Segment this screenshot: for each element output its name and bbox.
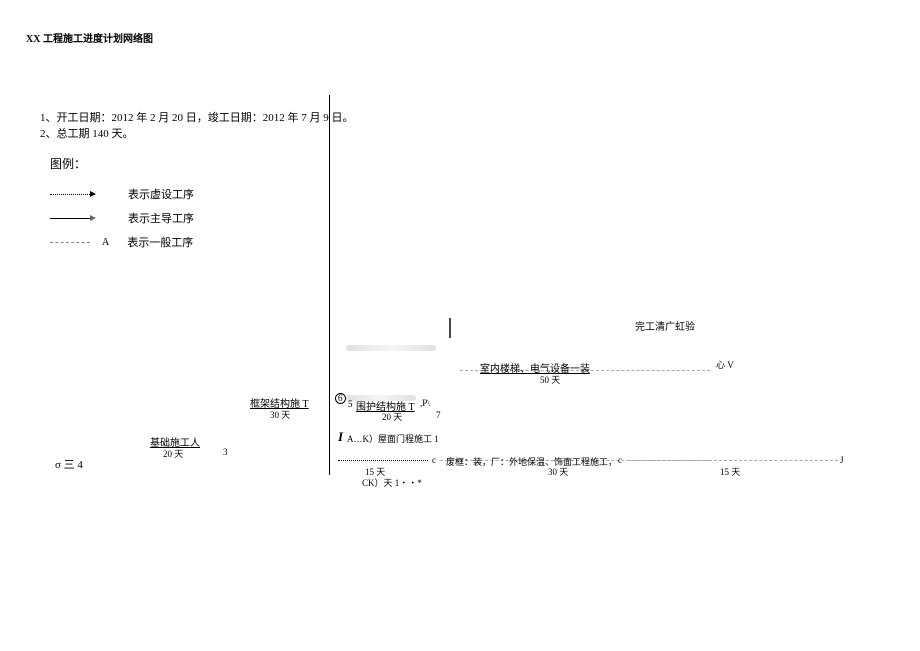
- task-foundation-dur: 20 天: [163, 447, 183, 460]
- heart-v: 心 V: [716, 360, 734, 371]
- node-6: 6: [338, 393, 343, 403]
- task-indoor-dur: 50 天: [540, 373, 560, 386]
- legend-label: 表示虚设工序: [128, 186, 194, 202]
- vertical-divider-icon: [329, 95, 330, 475]
- legend-row-general: A 表示一般工序: [50, 230, 194, 254]
- legend: 图例： 表示虚设工序 表示主导工序 A 表示一般工序: [50, 155, 194, 254]
- project-info: 1、开工日期：2012 年 2 月 20 日，竣工日期：2012 年 7 月 9…: [40, 110, 354, 142]
- letter-i: I: [338, 429, 343, 445]
- tick-mark-icon: [449, 318, 451, 338]
- bottom-right-dur: 15 天: [720, 465, 740, 478]
- letter-j: J: [840, 455, 844, 465]
- bottom-mid-dur: 30 天: [548, 465, 568, 478]
- legend-row-virtual: 表示虚设工序: [50, 182, 194, 206]
- sigma-label: σ 三 4: [55, 456, 83, 472]
- task-roof: A…K）屋面门程施工 1: [347, 432, 439, 445]
- task-foundation-right: 3: [223, 447, 228, 457]
- bar-icon: [346, 345, 436, 351]
- node-7: 7: [436, 410, 441, 420]
- legend-title: 图例：: [50, 155, 194, 172]
- task-final: 完工清广虹验: [635, 318, 695, 333]
- legend-label: 表示一般工序: [127, 234, 193, 250]
- c-end: c: [618, 455, 622, 465]
- task-frame-dur: 30 天: [270, 408, 290, 421]
- task-envelope-dur: 20 天: [382, 410, 402, 423]
- legend-label: 表示主导工序: [128, 210, 194, 226]
- info-line-1: 1、开工日期：2012 年 2 月 20 日，竣工日期：2012 年 7 月 9…: [40, 110, 354, 126]
- node-5: 5: [348, 399, 353, 409]
- info-line-2: 2、总工期 140 天。: [40, 126, 354, 142]
- task-indoor: 室内楼梯、电气设备一装: [480, 360, 590, 375]
- task-bottom-mid: 废框：装，厂：外地保温、饰面工程施工，: [446, 455, 617, 468]
- envelope-suffix: ,P\: [420, 398, 430, 408]
- page-title: XX 工程施工进度计划网络图: [26, 30, 153, 45]
- legend-suffix: A: [102, 237, 109, 248]
- c-start: c: [432, 455, 436, 465]
- dotted-line-icon: [338, 460, 428, 461]
- bottom-left-ck: CK）天 1・・*: [362, 476, 422, 489]
- legend-row-main: 表示主导工序: [50, 206, 194, 230]
- dashed-line-icon: [628, 460, 838, 461]
